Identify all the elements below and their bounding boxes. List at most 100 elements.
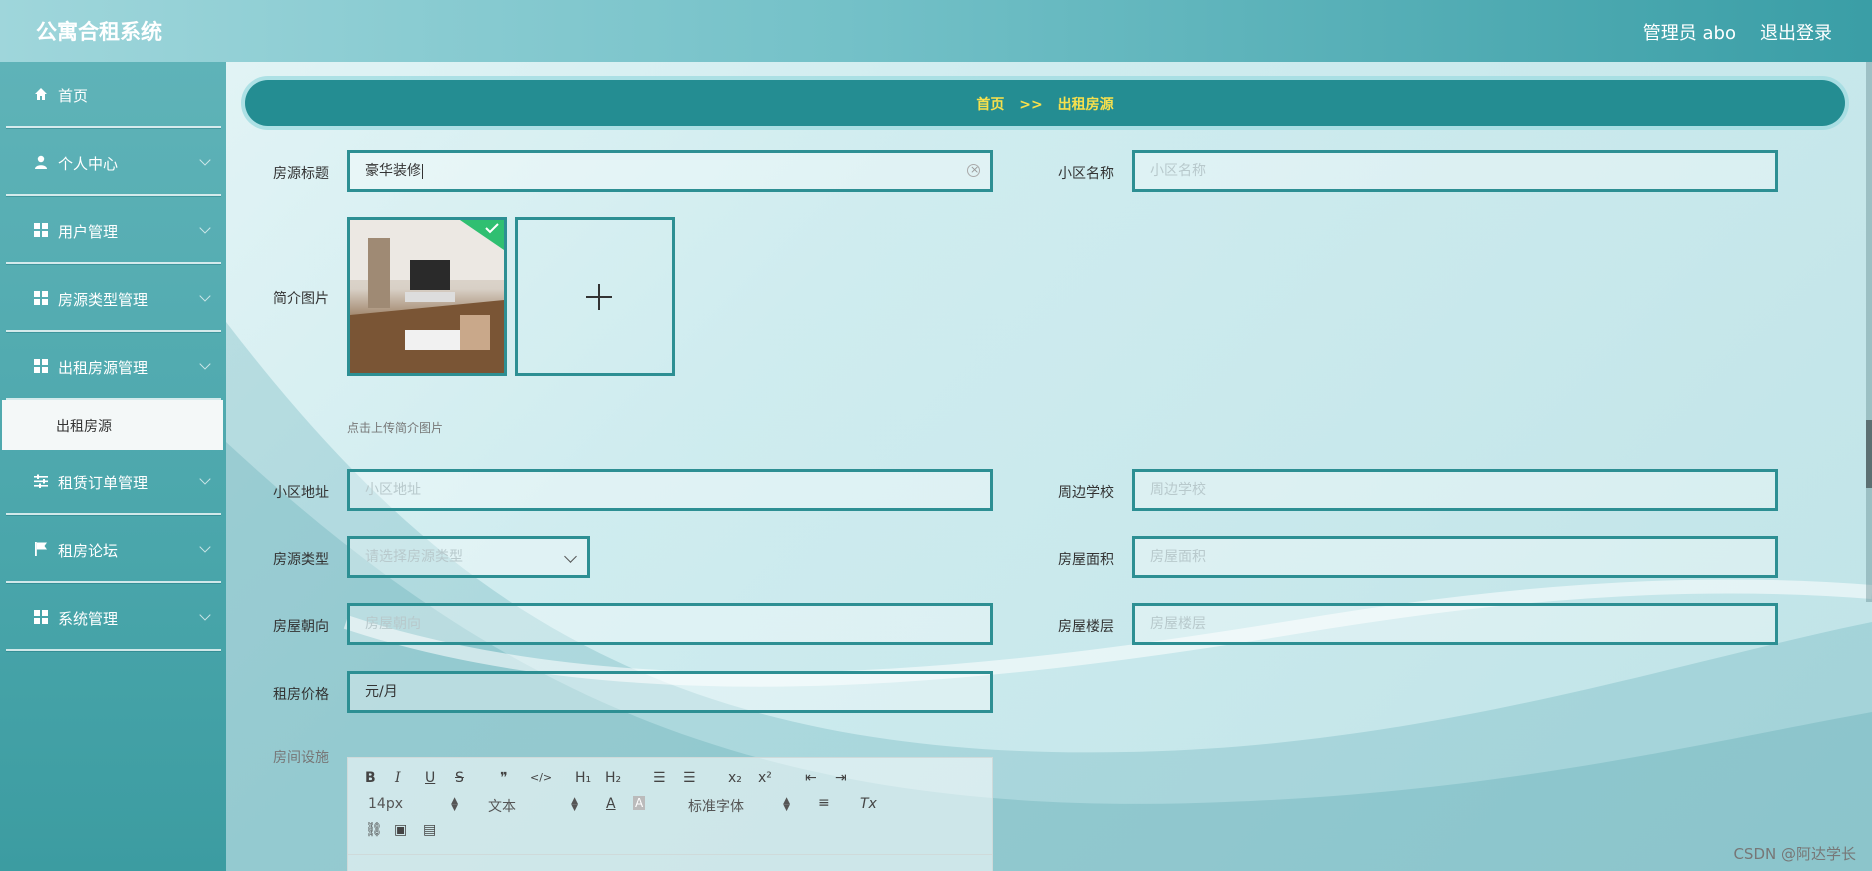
address-placeholder: 小区地址 bbox=[365, 482, 421, 498]
align-icon[interactable]: ≡ bbox=[818, 795, 830, 811]
logout-link[interactable]: 退出登录 bbox=[1760, 19, 1832, 45]
floor-placeholder: 房屋楼层 bbox=[1150, 616, 1206, 632]
sidebar-item-rental-forum[interactable]: 租房论坛 bbox=[6, 517, 221, 583]
text-style-select[interactable]: 文本 ▲ ▼ bbox=[488, 796, 578, 816]
ordered-list-button[interactable]: ☰ bbox=[653, 770, 666, 786]
updown-icon: ▲ ▼ bbox=[783, 796, 790, 813]
area-input[interactable]: 房屋面积 bbox=[1132, 536, 1778, 578]
background-color-icon[interactable]: A bbox=[633, 796, 646, 810]
scrollbar-thumb[interactable] bbox=[1866, 420, 1872, 488]
grid-icon bbox=[34, 610, 48, 624]
orientation-input[interactable]: 房屋朝向 bbox=[347, 603, 993, 645]
price-input-value: 元/月 bbox=[365, 684, 398, 700]
facility-label: 房间设施 bbox=[273, 750, 329, 766]
bold-button[interactable]: B bbox=[365, 770, 376, 786]
sidebar-divider bbox=[6, 262, 221, 264]
grid-icon bbox=[34, 223, 48, 237]
superscript-button[interactable]: x² bbox=[758, 770, 772, 786]
sidebar-item-label: 出租房源管理 bbox=[58, 359, 149, 377]
updown-icon: ▲ ▼ bbox=[571, 796, 578, 813]
chevron-down-icon bbox=[199, 541, 211, 553]
page-scrollbar[interactable] bbox=[1866, 62, 1872, 602]
chevron-down-icon bbox=[199, 290, 211, 302]
price-input[interactable]: 元/月 bbox=[347, 671, 993, 713]
font-size-select[interactable]: 14px ▲ ▼ bbox=[368, 796, 458, 813]
code-button[interactable]: </> bbox=[530, 771, 552, 784]
grid-icon bbox=[34, 291, 48, 305]
breadcrumb-home-link[interactable]: 首页 bbox=[976, 94, 1004, 114]
sidebar-item-label: 租房论坛 bbox=[58, 542, 119, 560]
clear-format-button[interactable]: Tx bbox=[860, 796, 877, 812]
upload-tip: 点击上传简介图片 bbox=[347, 421, 444, 435]
underline-button[interactable]: U bbox=[425, 770, 435, 786]
chevron-down-icon bbox=[199, 154, 211, 166]
italic-button[interactable]: I bbox=[395, 770, 401, 786]
title-label: 房源标题 bbox=[273, 166, 329, 182]
font-family-select[interactable]: 标准字体 ▲ ▼ bbox=[688, 796, 790, 816]
sidebar-divider bbox=[6, 194, 221, 196]
h1-button[interactable]: H₁ bbox=[575, 770, 591, 786]
sidebar-item-lease-order-management[interactable]: 租赁订单管理 bbox=[6, 449, 221, 515]
community-placeholder: 小区名称 bbox=[1150, 163, 1206, 179]
sidebar-item-house-type-management[interactable]: 房源类型管理 bbox=[6, 266, 221, 332]
sidebar-item-label: 租赁订单管理 bbox=[58, 474, 149, 492]
room-photo-illustration bbox=[350, 220, 504, 373]
sidebar-divider bbox=[6, 513, 221, 515]
font-family-value: 标准字体 bbox=[688, 799, 744, 815]
area-label: 房屋面积 bbox=[1058, 552, 1114, 568]
sidebar-item-rental-listing-management[interactable]: 出租房源管理 bbox=[6, 334, 221, 400]
address-label: 小区地址 bbox=[273, 485, 329, 501]
grid-icon bbox=[34, 359, 48, 373]
home-icon bbox=[35, 88, 47, 100]
sidebar-subitem-label: 出租房源 bbox=[56, 419, 112, 435]
sidebar-item-user-management[interactable]: 用户管理 bbox=[6, 198, 221, 264]
updown-icon: ▲ ▼ bbox=[451, 796, 458, 813]
type-placeholder: 请选择房源类型 bbox=[365, 549, 463, 565]
title-input[interactable]: 豪华装修 bbox=[347, 150, 993, 192]
indent-button[interactable]: ⇥ bbox=[835, 770, 847, 786]
sidebar-item-label: 房源类型管理 bbox=[58, 291, 149, 309]
chevron-down-icon bbox=[199, 609, 211, 621]
video-icon[interactable]: ▤ bbox=[423, 822, 436, 838]
sidebar-item-system-management[interactable]: 系统管理 bbox=[6, 585, 221, 651]
type-label: 房源类型 bbox=[273, 552, 329, 568]
sidebar-item-label: 系统管理 bbox=[58, 610, 119, 628]
orientation-label: 房屋朝向 bbox=[273, 619, 329, 635]
strike-button[interactable]: S bbox=[455, 770, 464, 786]
h2-button[interactable]: H₂ bbox=[605, 770, 621, 786]
current-user-label: 管理员 abo bbox=[1642, 23, 1736, 44]
app-title: 公寓合租系统 bbox=[36, 20, 162, 44]
editor-divider bbox=[348, 854, 992, 855]
user-icon bbox=[35, 155, 47, 169]
sidebar-divider bbox=[6, 126, 221, 128]
link-icon[interactable]: ⛓ bbox=[365, 822, 383, 838]
floor-input[interactable]: 房屋楼层 bbox=[1132, 603, 1778, 645]
image-label: 简介图片 bbox=[273, 291, 329, 307]
outdent-button[interactable]: ⇤ bbox=[805, 770, 817, 786]
sidebar-subitem-rental-listing[interactable]: 出租房源 bbox=[2, 400, 223, 450]
sidebar-divider bbox=[6, 581, 221, 583]
sidebar-item-label: 用户管理 bbox=[58, 223, 119, 241]
community-input[interactable]: 小区名称 bbox=[1132, 150, 1778, 192]
chevron-down-icon bbox=[564, 550, 577, 563]
facility-rich-editor[interactable]: B I U S ❞ </> H₁ H₂ ☰ ☰ x₂ x² ⇤ ⇥ 14px ▲… bbox=[347, 757, 993, 871]
image-icon[interactable]: ▣ bbox=[394, 822, 407, 838]
type-select[interactable]: 请选择房源类型 bbox=[347, 536, 590, 578]
subscript-button[interactable]: x₂ bbox=[728, 770, 742, 786]
image-upload-button[interactable] bbox=[515, 217, 675, 376]
bullet-list-button[interactable]: ☰ bbox=[683, 770, 696, 786]
sidebar-item-personal-center[interactable]: 个人中心 bbox=[6, 130, 221, 196]
quote-button[interactable]: ❞ bbox=[500, 770, 508, 786]
top-header: 公寓合租系统 管理员 abo 退出登录 bbox=[0, 0, 1872, 62]
school-input[interactable]: 周边学校 bbox=[1132, 469, 1778, 511]
clear-icon[interactable] bbox=[967, 161, 980, 179]
watermark: CSDN @阿达学长 bbox=[1733, 845, 1856, 863]
sidebar-item-home[interactable]: 首页 bbox=[6, 62, 221, 128]
uploaded-room-photo[interactable] bbox=[347, 217, 507, 376]
address-input[interactable]: 小区地址 bbox=[347, 469, 993, 511]
area-placeholder: 房屋面积 bbox=[1150, 549, 1206, 565]
font-color-icon[interactable]: A bbox=[606, 796, 616, 812]
breadcrumb-current: 出租房源 bbox=[1057, 97, 1114, 113]
chevron-down-icon bbox=[199, 222, 211, 234]
font-size-value: 14px bbox=[368, 796, 403, 812]
